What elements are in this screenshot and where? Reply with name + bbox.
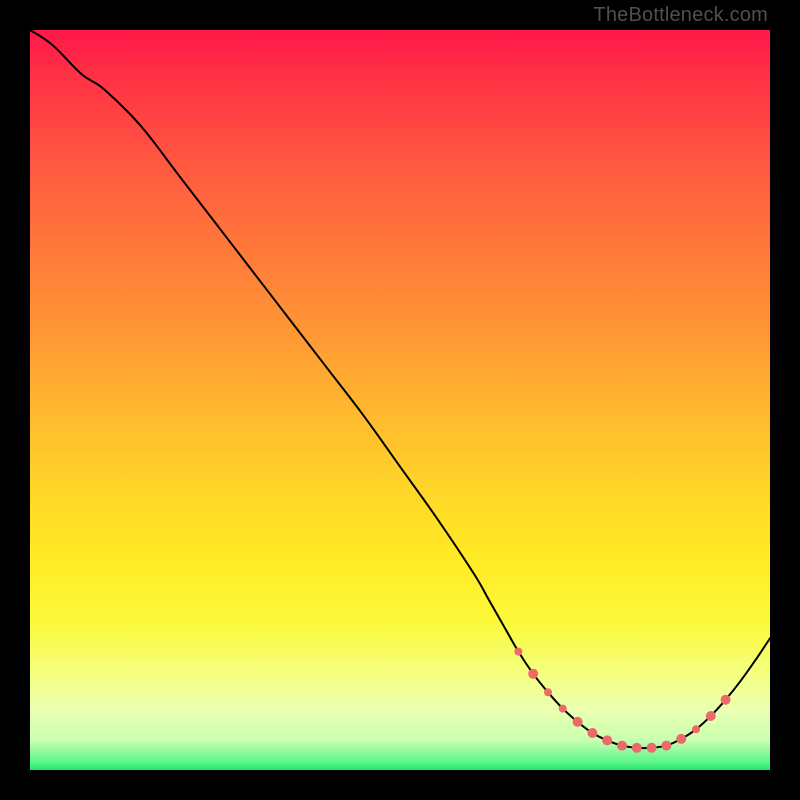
figure-container: TheBottleneck.com	[0, 0, 800, 800]
marker-point	[661, 741, 671, 751]
plot-svg	[30, 30, 770, 770]
marker-point	[647, 743, 657, 753]
marker-group	[514, 648, 730, 753]
marker-point	[706, 711, 716, 721]
marker-point	[602, 735, 612, 745]
plot-area	[30, 30, 770, 770]
marker-point	[559, 705, 567, 713]
marker-point	[587, 728, 597, 738]
watermark-text: TheBottleneck.com	[593, 4, 768, 27]
marker-point	[632, 743, 642, 753]
marker-point	[514, 648, 522, 656]
marker-point	[676, 734, 686, 744]
marker-point	[573, 717, 583, 727]
marker-point	[544, 688, 552, 696]
marker-point	[528, 669, 538, 679]
marker-point	[617, 741, 627, 751]
marker-point	[721, 695, 731, 705]
marker-point	[692, 725, 700, 733]
bottleneck-curve	[30, 30, 770, 748]
